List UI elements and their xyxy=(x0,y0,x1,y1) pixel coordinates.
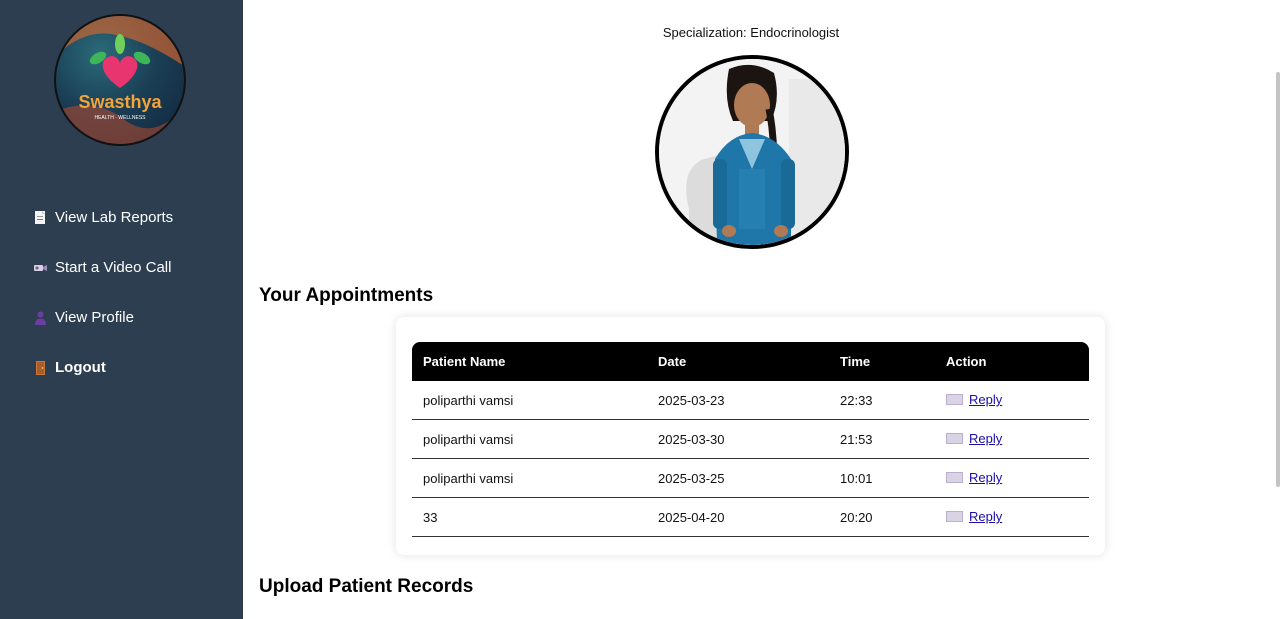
upload-records-heading: Upload Patient Records xyxy=(259,576,474,597)
sidebar-item-video-call[interactable]: Start a Video Call xyxy=(33,259,171,276)
sidebar-item-label: View Lab Reports xyxy=(55,209,174,226)
swasthya-logo: Swasthya HEALTH · WELLNESS xyxy=(54,14,186,146)
reply-link[interactable]: Reply xyxy=(946,470,1002,485)
sidebar-item-logout[interactable]: Logout xyxy=(33,359,106,376)
reply-label: Reply xyxy=(969,392,1003,407)
column-header-action: Action xyxy=(946,354,987,369)
date-cell: 2025-03-30 xyxy=(647,419,829,459)
logo-text: Swasthya xyxy=(78,92,162,112)
column-header-patient-name: Patient Name xyxy=(423,354,506,369)
person-icon xyxy=(33,310,48,325)
document-icon xyxy=(33,210,48,225)
sidebar-item-label: View Profile xyxy=(55,309,134,326)
patient-name-cell: poliparthi vamsi xyxy=(412,381,647,420)
table-row: 33 2025-04-20 20:20 Reply xyxy=(412,497,1089,537)
column-header-time: Time xyxy=(840,354,871,369)
reply-label: Reply xyxy=(969,470,1003,485)
time-cell: 10:01 xyxy=(829,458,935,498)
action-cell: Reply xyxy=(935,497,1089,537)
reply-link[interactable]: Reply xyxy=(946,431,1002,446)
envelope-icon xyxy=(946,511,963,522)
sidebar-item-label: Logout xyxy=(55,359,106,376)
time-cell: 22:33 xyxy=(829,381,935,420)
sidebar-item-lab-reports[interactable]: View Lab Reports xyxy=(33,209,173,226)
envelope-icon xyxy=(946,433,963,444)
appointments-table: Patient Name Date Time Action poliparthi… xyxy=(412,342,1089,537)
table-header-row: Patient Name Date Time Action xyxy=(412,342,1089,381)
appointments-heading: Your Appointments xyxy=(259,285,434,306)
patient-name-cell: 33 xyxy=(412,497,647,537)
table-row: poliparthi vamsi 2025-03-23 22:33 Reply xyxy=(412,381,1089,420)
patient-name-cell: poliparthi vamsi xyxy=(412,458,647,498)
sidebar-item-view-profile[interactable]: View Profile xyxy=(33,309,134,326)
reply-link[interactable]: Reply xyxy=(946,392,1002,407)
date-cell: 2025-03-23 xyxy=(647,381,829,420)
time-cell: 20:20 xyxy=(829,497,935,537)
sidebar: Swasthya HEALTH · WELLNESS View Lab Repo… xyxy=(0,0,243,619)
action-cell: Reply xyxy=(935,381,1089,420)
doctor-avatar xyxy=(655,55,849,249)
main-content: Specialization: Endocrinologist Your App… xyxy=(243,0,1280,619)
action-cell: Reply xyxy=(935,458,1089,498)
specialization-text: Specialization: Endocrinologist xyxy=(662,25,840,40)
logo-tagline: HEALTH · WELLNESS xyxy=(94,115,146,121)
envelope-icon xyxy=(946,394,963,405)
door-icon xyxy=(33,360,48,375)
time-cell: 21:53 xyxy=(829,419,935,459)
reply-label: Reply xyxy=(969,431,1003,446)
video-camera-icon xyxy=(33,260,48,275)
reply-link[interactable]: Reply xyxy=(946,509,1002,524)
sidebar-item-label: Start a Video Call xyxy=(55,259,172,276)
table-row: poliparthi vamsi 2025-03-25 10:01 Reply xyxy=(412,458,1089,498)
date-cell: 2025-04-20 xyxy=(647,497,829,537)
column-header-date: Date xyxy=(658,354,687,369)
date-cell: 2025-03-25 xyxy=(647,458,829,498)
appointments-card: Patient Name Date Time Action poliparthi… xyxy=(396,317,1105,555)
envelope-icon xyxy=(946,472,963,483)
table-row: poliparthi vamsi 2025-03-30 21:53 Reply xyxy=(412,419,1089,459)
patient-name-cell: poliparthi vamsi xyxy=(412,419,647,459)
vertical-scrollbar[interactable] xyxy=(1276,72,1280,487)
reply-label: Reply xyxy=(969,509,1003,524)
action-cell: Reply xyxy=(935,419,1089,459)
